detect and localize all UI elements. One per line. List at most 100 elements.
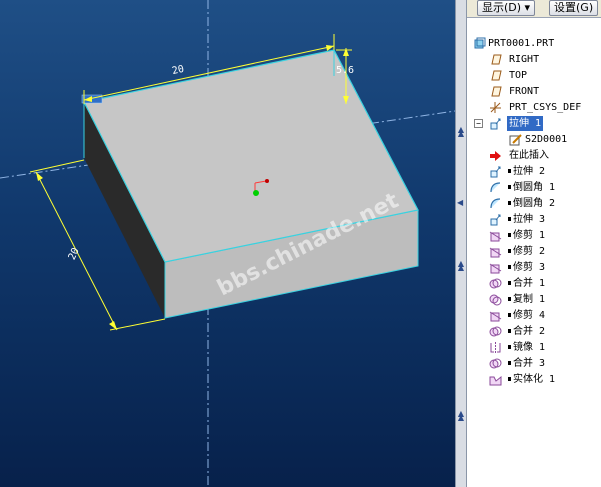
tree-item-label: 在此插入 [509,150,549,161]
dimension-top-value[interactable]: 20 [171,64,185,77]
extrude-icon [489,117,502,130]
insert-here-arrow-icon [489,149,502,162]
part-icon [473,37,486,50]
dimension-extension [29,159,85,173]
tree-item-label: S2D0001 [525,134,568,145]
tree-item-label: 镜像 1 [513,342,546,353]
tree-item-label: 拉伸 3 [513,214,546,225]
display-menu-button[interactable]: 显示(D) ▾ [477,0,536,16]
tree-item[interactable]: 镜像 1 [467,340,601,355]
feature-bullet [508,265,511,269]
dimension-left-value[interactable]: 20 [67,246,82,262]
dimension-arrow [109,321,117,330]
merge-icon [489,357,502,370]
mirror-icon [489,341,502,354]
tree-item-label: 倒圆角 2 [513,198,556,209]
sash-grip: ▲ ▲ [457,259,465,272]
tree-item-label: 修剪 2 [513,246,546,257]
merge-icon [489,277,502,290]
tree-item[interactable]: − 拉伸 1 [467,116,601,131]
tree-item[interactable]: 倒圆角 1 [467,180,601,195]
tree-item[interactable]: 修剪 4 [467,308,601,323]
csys-marker [253,190,259,196]
tree-item[interactable]: PRT0001.PRT [467,36,601,51]
csys-origin [265,179,269,183]
trim-icon [489,309,502,322]
tree-item[interactable]: 合并 3 [467,356,601,371]
tree-item[interactable]: 在此插入 [467,148,601,163]
tree-item-label: TOP [509,70,528,81]
feature-bullet [508,297,511,301]
datum-plane-icon [489,85,502,98]
feature-bullet [508,233,511,237]
tree-item-label: FRONT [509,86,540,97]
collapse-toggle-icon[interactable]: − [474,119,483,128]
tree-item-label: 修剪 4 [513,310,546,321]
tree-item[interactable]: 拉伸 3 [467,212,601,227]
feature-bullet [508,185,511,189]
tree-item-label: PRT_CSYS_DEF [509,102,582,113]
tree-item-label: 拉伸 1 [507,116,544,131]
round-icon [489,181,502,194]
tree-item-label: RIGHT [509,54,540,65]
tree-item-label: 倒圆角 1 [513,182,556,193]
tree-item-label: 修剪 1 [513,230,546,241]
dimension-arrow [343,48,349,56]
tree-item-label: 合并 2 [513,326,546,337]
tree-item-label: PRT0001.PRT [488,38,555,49]
tree-item[interactable]: FRONT [467,84,601,99]
tree-item[interactable]: RIGHT [467,52,601,67]
dimension-extension [109,318,166,331]
solidify-icon [489,373,502,386]
tree-item[interactable]: 修剪 3 [467,260,601,275]
tree-item[interactable]: 合并 2 [467,324,601,339]
sash-collapse-icon[interactable]: ◀ [457,198,463,207]
tree-item-label: 复制 1 [513,294,546,305]
feature-bullet [508,377,511,381]
csys-icon [489,101,502,114]
feature-bullet [508,249,511,253]
feature-bullet [508,217,511,221]
datum-plane-icon [489,69,502,82]
datum-plane-icon [489,53,502,66]
trim-icon [489,245,502,258]
copy-icon [489,293,502,306]
feature-bullet [508,169,511,173]
tree-item[interactable]: TOP [467,68,601,83]
tree-item[interactable]: 修剪 1 [467,228,601,243]
feature-bullet [508,313,511,317]
tree-item-label: 合并 3 [513,358,546,369]
tree-item[interactable]: 合并 1 [467,276,601,291]
model-tree-panel: 显示(D) ▾ 设置(G) PRT0001.PRT RIGHT TOP FRONT PR… [467,0,601,487]
model-viewport[interactable]: 20 5.6 20 bbs.chinade.net [0,0,455,487]
round-icon [489,197,502,210]
tree-item[interactable]: 拉伸 2 [467,164,601,179]
model-tree-toolbar: 显示(D) ▾ 设置(G) [467,0,601,18]
merge-icon [489,325,502,338]
feature-bullet [508,361,511,365]
feature-bullet [508,329,511,333]
tree-item[interactable]: 修剪 2 [467,244,601,259]
tree-item[interactable]: 倒圆角 2 [467,196,601,211]
dimension-arrow [36,172,43,181]
tree-item[interactable]: 实体化 1 [467,372,601,387]
sash-grip: ▲ ▲ [457,409,465,422]
trim-icon [489,229,502,242]
tree-item[interactable]: PRT_CSYS_DEF [467,100,601,115]
feature-bullet [508,345,511,349]
tree-item[interactable]: S2D0001 [467,132,601,147]
extrude-icon [489,213,502,226]
model-graphics[interactable]: 20 5.6 20 bbs.chinade.net [0,0,455,487]
sash-grip: ▲ ▲ [457,125,465,138]
extrude-icon [489,165,502,178]
trim-icon [489,261,502,274]
tree-item-label: 合并 1 [513,278,546,289]
tree-item-label: 拉伸 2 [513,166,546,177]
tree-item-label: 实体化 1 [513,374,556,385]
panel-divider[interactable]: ▲ ▲ ◀ ▲ ▲ ▲ ▲ [455,0,467,487]
tree-item[interactable]: 复制 1 [467,292,601,307]
settings-menu-button[interactable]: 设置(G) [549,0,599,16]
feature-bullet [508,201,511,205]
dimension-height-value[interactable]: 5.6 [336,65,354,76]
feature-bullet [508,281,511,285]
